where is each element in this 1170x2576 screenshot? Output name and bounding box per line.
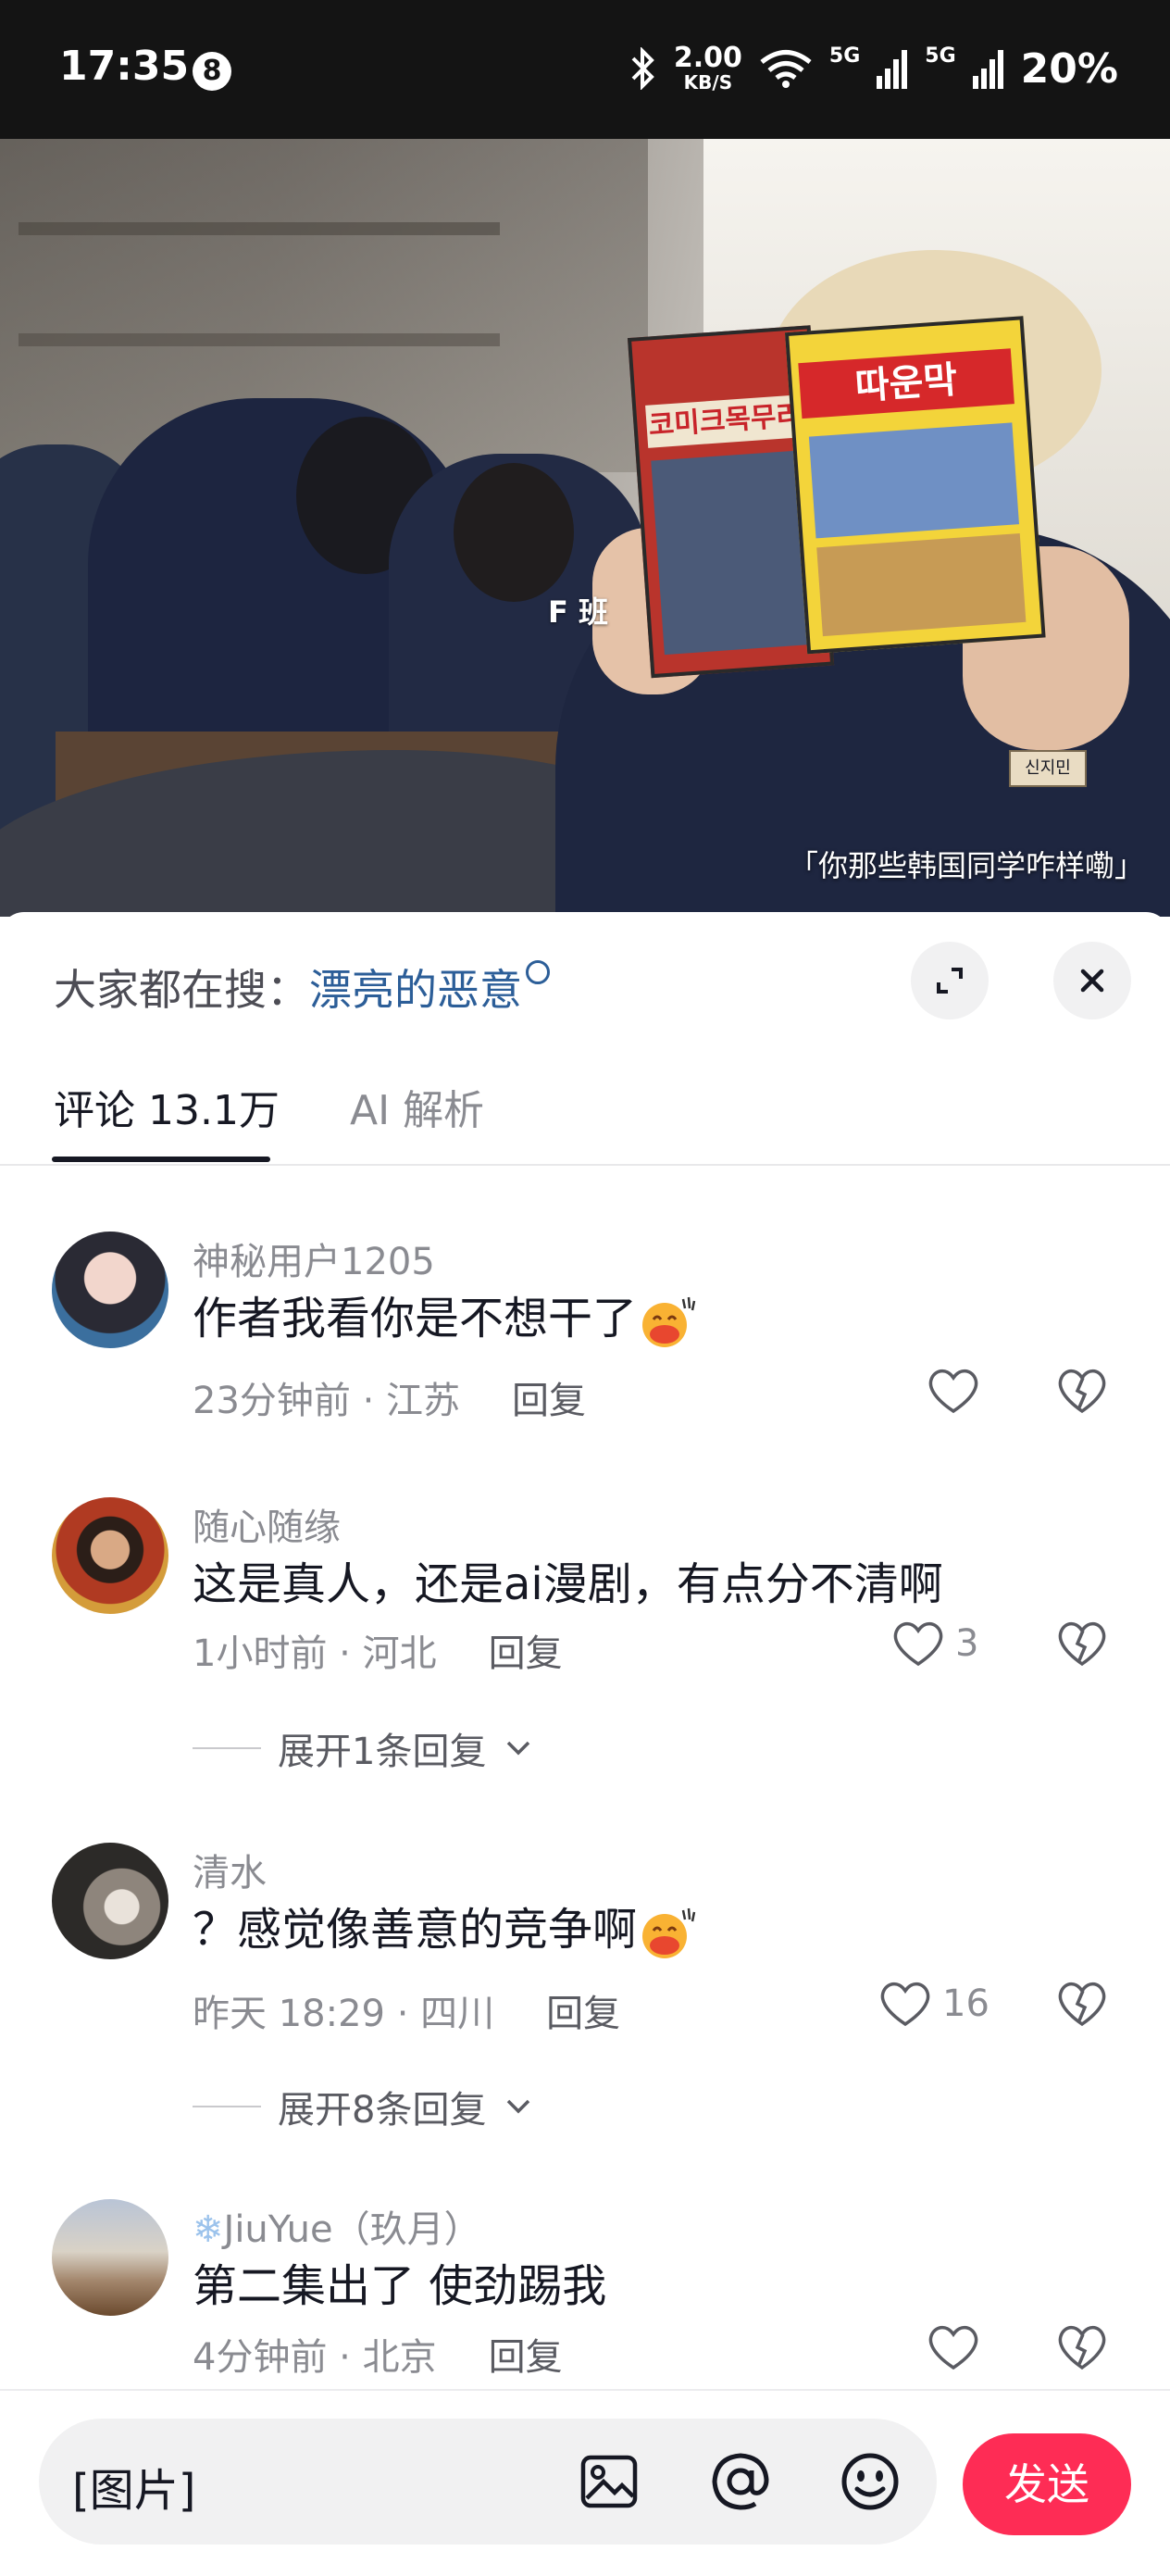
- expand-sheet-button[interactable]: [911, 942, 989, 1019]
- like-button[interactable]: 3: [890, 1616, 978, 1671]
- network-type-1: 5G: [828, 44, 861, 68]
- dislike-icon[interactable]: [1053, 1976, 1111, 2032]
- avatar[interactable]: [52, 1232, 168, 1348]
- chevron-down-icon: [507, 1741, 530, 1756]
- chevron-down-icon: [507, 2099, 530, 2114]
- comment-sheet: 大家都在搜：漂亮的恶意 评论 13.1万 AI 解析 神秘用户1205 作者我看…: [0, 912, 1170, 2574]
- avatar[interactable]: [52, 1843, 168, 1959]
- like-button[interactable]: [926, 1363, 990, 1419]
- comment-meta: 23分钟前 · 江苏 回复: [193, 1380, 587, 1422]
- divider: [193, 1747, 261, 1749]
- signal-icon-1: [877, 50, 908, 89]
- video-center-label: F 班: [548, 594, 609, 630]
- comment-input[interactable]: [图片]: [39, 2419, 937, 2545]
- image-icon[interactable]: [576, 2448, 642, 2515]
- comment-item: 神秘用户1205 作者我看你是不想干了 23分钟前 · 江苏 回复: [0, 1232, 1170, 1435]
- video-scene-shelf-lower: [19, 333, 500, 346]
- battery-level: 20%: [1020, 44, 1118, 93]
- comic-front-cover: 따운막: [784, 316, 1046, 655]
- notification-count-badge: 8: [193, 52, 231, 91]
- comment-meta: 4分钟前 · 北京 回复: [193, 2336, 563, 2379]
- expand-replies-button[interactable]: 展开8条回复: [193, 2080, 534, 2133]
- expand-replies-label: 展开8条回复: [278, 2089, 487, 2132]
- video-scene-name-badge: 신지민: [1009, 750, 1087, 787]
- net-speed: 2.00 KB/S: [673, 42, 742, 94]
- comic-back-title: 코미크목무리: [645, 394, 805, 448]
- laughing-emoji-icon: [642, 1907, 696, 1958]
- tab-ai-analysis[interactable]: AI 解析: [350, 1077, 484, 1136]
- network-type-2: 5G: [925, 44, 956, 68]
- comment-item: ❄JiuYue（玖月） 第二集出了 使劲踢我 4分钟前 · 北京 回复: [0, 2199, 1170, 2384]
- reply-button[interactable]: 回复: [512, 1380, 586, 1422]
- tab-comments[interactable]: 评论 13.1万: [54, 1077, 280, 1136]
- trending-search[interactable]: 大家都在搜：漂亮的恶意: [54, 957, 550, 1018]
- comic-panel: [808, 422, 1020, 539]
- avatar[interactable]: [52, 1497, 168, 1614]
- bluetooth-icon: [631, 47, 654, 90]
- status-bar: 17:35 8 2.00 KB/S 5G 5G 20%: [0, 0, 1170, 237]
- video-scene-comic-book: 코미크목무리 따운막: [627, 311, 1046, 679]
- comment-text: 这是真人，还是ai漫剧，有点分不清啊: [193, 1558, 943, 1610]
- comment-username[interactable]: ❄JiuYue（玖月）: [193, 2199, 481, 2253]
- dislike-icon[interactable]: [1053, 1616, 1111, 1671]
- heart-icon: [928, 1369, 978, 1414]
- active-tab-indicator: [52, 1157, 270, 1162]
- trending-query[interactable]: 漂亮的恶意: [309, 965, 522, 1015]
- close-icon: [1080, 969, 1104, 993]
- comment-meta: 1小时前 · 河北 回复: [193, 1632, 563, 1675]
- avatar[interactable]: [52, 2199, 168, 2316]
- wifi-icon: [760, 50, 812, 88]
- like-button[interactable]: [926, 2320, 990, 2375]
- reply-button[interactable]: 回复: [546, 1993, 620, 2035]
- expand-replies-button[interactable]: 展开1条回复: [193, 1721, 534, 1775]
- heart-icon: [928, 2325, 978, 2370]
- emoji-icon[interactable]: [837, 2448, 903, 2515]
- comic-title: 따운막: [798, 348, 1014, 419]
- video-player[interactable]: 코미크목무리 따운막 신지민 F 班 「你那些韩国同学咋样嘞」: [0, 139, 1170, 917]
- comment-item: 随心随缘 这是真人，还是ai漫剧，有点分不清啊 1小时前 · 河北 回复 3 展开…: [0, 1497, 1170, 1831]
- comic-panel-lower: [816, 533, 1027, 637]
- laughing-emoji-icon: [642, 1296, 696, 1347]
- video-scene-shelf: [19, 222, 500, 235]
- comment-username[interactable]: 随心随缘: [193, 1497, 341, 1551]
- like-count: 3: [955, 1622, 979, 1665]
- signal-icon-2: [972, 50, 1003, 89]
- comment-tabs: 评论 13.1万 AI 解析: [0, 1060, 1170, 1166]
- snowflake-icon: ❄: [193, 2208, 224, 2251]
- comment-meta: 昨天 18:29 · 四川 回复: [193, 1993, 621, 2035]
- reply-button[interactable]: 回复: [489, 2336, 563, 2379]
- mention-icon[interactable]: [707, 2448, 774, 2515]
- expand-replies-label: 展开1条回复: [278, 1731, 487, 1773]
- search-icon: [526, 960, 550, 984]
- comment-item: 清水 ？感觉像善意的竞争啊 昨天 18:29 · 四川 回复 16 展开8条回复: [0, 1843, 1170, 2176]
- like-button[interactable]: 16: [878, 1976, 990, 2032]
- dislike-icon[interactable]: [1053, 1363, 1111, 1419]
- comic-back-panel: [651, 450, 818, 656]
- comment-input-bar: [图片] 发送: [0, 2389, 1170, 2576]
- comment-text: 作者我看你是不想干了: [193, 1282, 698, 1349]
- comment-username[interactable]: 清水: [193, 1843, 267, 1896]
- status-time: 17:35: [59, 43, 190, 90]
- reply-button[interactable]: 回复: [489, 1632, 563, 1675]
- video-scene-head-girl: [454, 463, 574, 602]
- video-caption: 「你那些韩国同学咋样嘞」: [788, 848, 1144, 883]
- comment-input-text: [图片]: [72, 2465, 196, 2517]
- comment-text: ？感觉像善意的竞争啊: [193, 1893, 698, 1960]
- heart-icon: [893, 1621, 943, 1667]
- comment-username[interactable]: 神秘用户1205: [193, 1232, 435, 1285]
- dislike-icon[interactable]: [1053, 2320, 1111, 2375]
- trending-prefix: 大家都在搜：: [54, 965, 309, 1015]
- fullscreen-icon: [937, 968, 963, 994]
- status-icons: 2.00 KB/S 5G 5G 20%: [629, 41, 1118, 96]
- heart-icon: [880, 1982, 930, 2027]
- divider: [193, 2106, 261, 2107]
- comment-text: 第二集出了 使劲踢我: [193, 2260, 607, 2312]
- close-button[interactable]: [1053, 942, 1131, 1019]
- like-count: 16: [942, 1982, 990, 2025]
- send-button[interactable]: 发送: [963, 2433, 1131, 2535]
